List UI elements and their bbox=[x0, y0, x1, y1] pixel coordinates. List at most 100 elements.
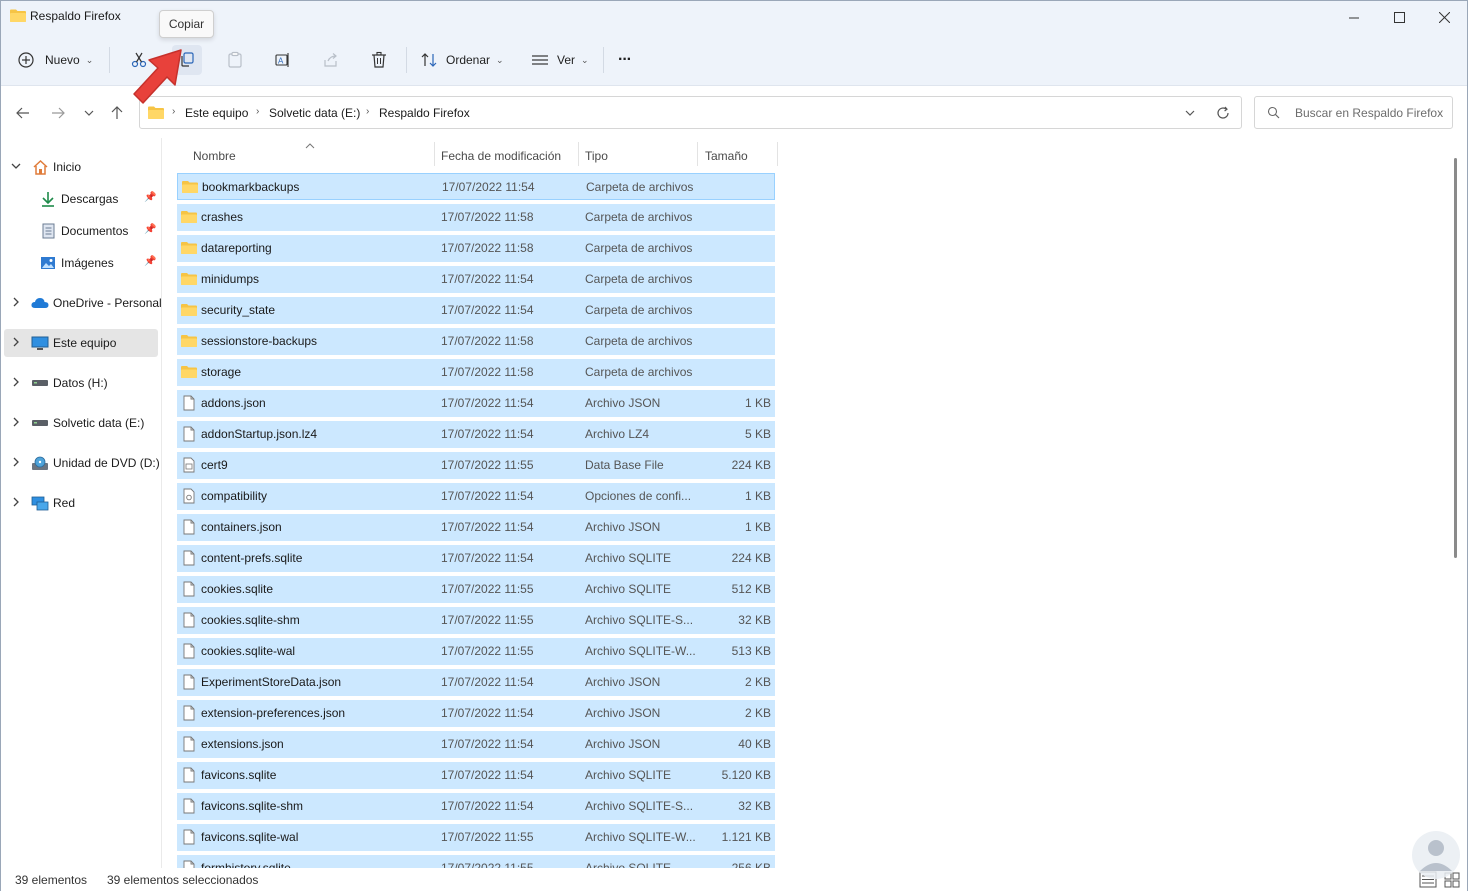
file-row[interactable]: addons.json 17/07/2022 11:54 Archivo JSON 1… bbox=[177, 390, 775, 417]
column-divider[interactable] bbox=[578, 142, 579, 166]
breadcrumb-este-equipo[interactable]: Este equipo bbox=[185, 106, 248, 120]
file-row[interactable]: cookies.sqlite 17/07/2022 11:55 Archivo SQ… bbox=[177, 576, 775, 603]
file-row[interactable]: ExperimentStoreData.json 17/07/2022 11:54… bbox=[177, 669, 775, 696]
column-divider[interactable] bbox=[434, 142, 435, 166]
home-icon bbox=[31, 159, 49, 175]
breadcrumb-respaldo-firefox[interactable]: Respaldo Firefox bbox=[379, 106, 470, 120]
new-button[interactable]: Nuevo ⌄ bbox=[17, 45, 93, 75]
back-button[interactable] bbox=[12, 102, 34, 124]
search-icon bbox=[1267, 106, 1280, 119]
sort-button[interactable]: Ordenar ⌄ bbox=[421, 45, 504, 75]
column-divider[interactable] bbox=[697, 142, 698, 166]
minimize-button[interactable] bbox=[1331, 1, 1377, 33]
folder-row[interactable]: storage 17/07/2022 11:58 Carpeta de archiv… bbox=[177, 359, 775, 386]
folder-row[interactable]: sessionstore-backups 17/07/2022 11:58 Carp… bbox=[177, 328, 775, 355]
column-header-date[interactable]: Fecha de modificación bbox=[441, 143, 579, 169]
file-name: bookmarkbackups bbox=[202, 180, 300, 194]
sidebar-item-datos-h[interactable]: Datos (H:) bbox=[4, 369, 158, 397]
sidebar-item-inicio[interactable]: Inicio bbox=[4, 153, 158, 181]
folder-row[interactable]: crashes 17/07/2022 11:58 Carpeta de archiv… bbox=[177, 204, 775, 231]
sidebar-item-label: Inicio bbox=[53, 160, 82, 174]
folder-row[interactable]: bookmarkbackups 17/07/2022 11:54 Carpeta d… bbox=[177, 173, 775, 200]
file-name: favicons.sqlite-wal bbox=[201, 830, 299, 844]
folder-row[interactable]: minidumps 17/07/2022 11:54 Carpeta de arch… bbox=[177, 266, 775, 293]
breadcrumb-separator: › bbox=[256, 106, 260, 117]
folder-row[interactable]: security_state 17/07/2022 11:54 Carpeta de… bbox=[177, 297, 775, 324]
view-button[interactable]: Ver ⌄ bbox=[531, 45, 589, 75]
file-name: cookies.sqlite bbox=[201, 582, 274, 596]
search-input[interactable]: Buscar en Respaldo Firefox bbox=[1254, 96, 1453, 129]
folder-row[interactable]: datareporting 17/07/2022 11:58 Carpeta de … bbox=[177, 235, 775, 262]
file-name: storage bbox=[201, 365, 242, 379]
file-row[interactable]: favicons.sqlite 17/07/2022 11:54 Archivo S… bbox=[177, 762, 775, 789]
file-row[interactable]: extensions.json 17/07/2022 11:54 Archivo J… bbox=[177, 731, 775, 758]
file-row[interactable]: addonStartup.json.lz4 17/07/2022 11:54 Arc… bbox=[177, 421, 775, 448]
sidebar-item-onedrive[interactable]: OneDrive - Personal bbox=[4, 289, 162, 317]
address-dropdown-icon[interactable] bbox=[1185, 109, 1195, 117]
computer-icon bbox=[31, 335, 49, 351]
file-row[interactable]: cert9 17/07/2022 11:55 Data Base File 224 K… bbox=[177, 452, 775, 479]
arrow-left-icon bbox=[16, 107, 29, 119]
sidebar-item-dvd[interactable]: Unidad de DVD (D:) bbox=[4, 449, 160, 477]
column-header-size[interactable]: Tamaño bbox=[705, 143, 775, 169]
pin-icon: 📌 bbox=[144, 256, 157, 267]
file-type: Carpeta de archivos bbox=[585, 303, 693, 317]
up-button[interactable] bbox=[106, 102, 128, 124]
file-name: extension-preferences.json bbox=[201, 706, 346, 720]
sidebar-item-label: Solvetic data (E:) bbox=[53, 416, 145, 430]
delete-button[interactable] bbox=[364, 45, 394, 75]
file-name: ExperimentStoreData.json bbox=[201, 675, 342, 689]
vertical-scrollbar[interactable] bbox=[1454, 158, 1457, 558]
file-size: 1 KB bbox=[744, 520, 771, 534]
chevron-down-icon bbox=[84, 110, 94, 116]
minimize-icon bbox=[1348, 17, 1359, 18]
maximize-button[interactable] bbox=[1376, 1, 1422, 33]
file-row[interactable]: compatibility 17/07/2022 11:54 Opciones de… bbox=[177, 483, 775, 510]
pin-icon: 📌 bbox=[144, 224, 157, 235]
window-title: Respaldo Firefox bbox=[30, 9, 121, 23]
file-name: sessionstore-backups bbox=[201, 334, 318, 348]
column-header-name[interactable]: Nombre bbox=[193, 143, 433, 169]
rename-button[interactable]: A bbox=[268, 45, 298, 75]
file-row[interactable]: cookies.sqlite-wal 17/07/2022 11:55 Archiv… bbox=[177, 638, 775, 665]
file-row[interactable]: content-prefs.sqlite 17/07/2022 11:54 Arch… bbox=[177, 545, 775, 572]
file-icon bbox=[183, 612, 195, 628]
pin-icon: 📌 bbox=[144, 192, 157, 203]
close-button[interactable] bbox=[1421, 1, 1467, 33]
file-row[interactable]: cookies.sqlite-shm 17/07/2022 11:55 Archiv… bbox=[177, 607, 775, 634]
sidebar-item-descargas[interactable]: Descargas 📌 bbox=[4, 185, 158, 213]
file-row[interactable]: extension-preferences.json 17/07/2022 11:… bbox=[177, 700, 775, 727]
sidebar-item-label: Unidad de DVD (D:) bbox=[53, 456, 160, 470]
file-size: 2 KB bbox=[744, 706, 771, 720]
file-name: content-prefs.sqlite bbox=[201, 551, 303, 565]
file-type: Archivo SQLITE-W... bbox=[585, 644, 696, 658]
column-divider[interactable] bbox=[777, 142, 778, 166]
share-button[interactable] bbox=[316, 45, 346, 75]
file-explorer-window: Respaldo Firefox Nuevo ⌄ A Ordenar ⌄ Ver… bbox=[0, 0, 1468, 891]
column-header-type[interactable]: Tipo bbox=[585, 143, 697, 169]
sidebar-item-solvetic-data[interactable]: Solvetic data (E:) bbox=[4, 409, 158, 437]
sidebar-item-documentos[interactable]: Documentos 📌 bbox=[4, 217, 158, 245]
file-icon bbox=[183, 705, 195, 721]
file-type: Archivo SQLITE bbox=[585, 551, 672, 565]
recent-locations-button[interactable] bbox=[78, 102, 100, 124]
breadcrumb-solvetic-data[interactable]: Solvetic data (E:) bbox=[269, 106, 360, 120]
file-type: Carpeta de archivos bbox=[585, 210, 693, 224]
refresh-icon[interactable] bbox=[1216, 106, 1230, 120]
file-row[interactable]: formhistory.sqlite 17/07/2022 11:55 Archiv… bbox=[177, 855, 775, 868]
address-bar[interactable]: › Este equipo › Solvetic data (E:) › Res… bbox=[139, 96, 1242, 129]
sidebar-item-label: OneDrive - Personal bbox=[53, 296, 162, 310]
sidebar-item-red[interactable]: Red bbox=[4, 489, 158, 517]
sidebar-item-este-equipo[interactable]: Este equipo bbox=[4, 329, 158, 357]
file-row[interactable]: favicons.sqlite-shm 17/07/2022 11:54 Archi… bbox=[177, 793, 775, 820]
view-label: Ver bbox=[557, 53, 576, 67]
file-row[interactable]: favicons.sqlite-wal 17/07/2022 11:55 Archi… bbox=[177, 824, 775, 851]
forward-button[interactable] bbox=[47, 102, 69, 124]
more-options-button[interactable]: ··· bbox=[618, 45, 632, 75]
paste-button[interactable] bbox=[220, 45, 250, 75]
file-name: security_state bbox=[201, 303, 276, 317]
file-row[interactable]: containers.json 17/07/2022 11:54 Archivo J… bbox=[177, 514, 775, 541]
sidebar-item-label: Imágenes bbox=[61, 256, 114, 270]
sidebar-item-imagenes[interactable]: Imágenes 📌 bbox=[4, 249, 158, 277]
folder-icon bbox=[182, 181, 198, 193]
